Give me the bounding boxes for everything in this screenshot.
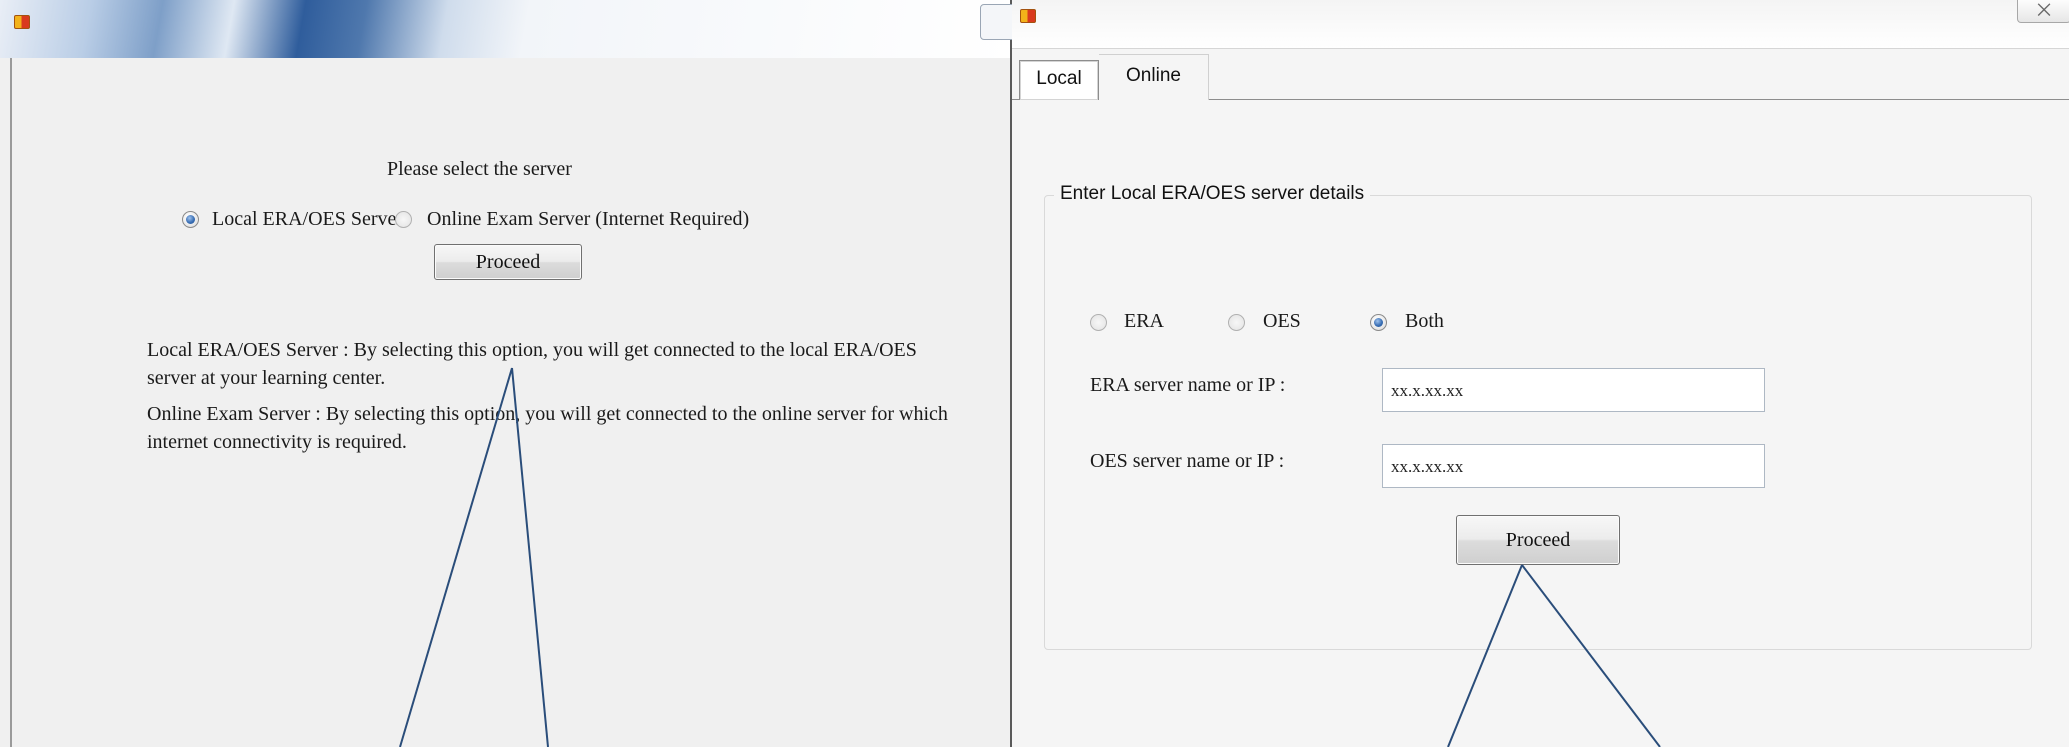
radio-unchecked-icon[interactable] [395,211,412,228]
radio-era[interactable]: ERA [1090,310,1200,336]
left-window-content: Please select the server Local ERA/OES S… [10,58,1010,747]
server-details-group [1044,195,2032,650]
app-icon [1020,9,1036,23]
close-icon: ⨉ [2037,1,2051,20]
radio-checked-icon[interactable] [182,211,199,228]
left-window-titlebar [0,0,1010,58]
radio-checked-icon[interactable] [1370,314,1387,331]
radio-unchecked-icon[interactable] [1090,314,1107,331]
era-server-input[interactable]: xx.x.xx.xx [1382,368,1765,412]
tab-online[interactable]: Online [1099,54,1209,100]
radio-oes-label: OES [1263,310,1301,332]
era-server-label: ERA server name or IP : [1090,374,1286,396]
select-server-prompt: Please select the server [387,158,572,180]
radio-online-server[interactable]: Online Exam Server (Internet Required) [395,208,895,234]
server-select-window: Please select the server Local ERA/OES S… [0,0,1022,747]
local-server-description: Local ERA/OES Server : By selecting this… [147,339,917,389]
right-window-titlebar [1012,0,2069,49]
close-button[interactable]: ⨉ [2017,0,2069,23]
server-details-group-title: Enter Local ERA/OES server details [1054,183,1371,205]
proceed-button[interactable]: Proceed [1456,515,1620,565]
online-server-description: Online Exam Server : By selecting this o… [147,403,948,453]
radio-online-server-label: Online Exam Server (Internet Required) [427,208,750,230]
tab-local[interactable]: Local [1019,60,1099,100]
radio-oes[interactable]: OES [1228,310,1338,336]
radio-both-label: Both [1405,310,1444,332]
oes-server-input[interactable]: xx.x.xx.xx [1382,444,1765,488]
oes-server-label: OES server name or IP : [1090,450,1285,472]
app-icon [14,15,30,29]
radio-era-label: ERA [1124,310,1164,332]
radio-local-server-label: Local ERA/OES Server [212,208,404,230]
radio-unchecked-icon[interactable] [1228,314,1245,331]
local-server-details-window: ⨉ Local Online Enter Local ERA/OES serve… [1012,0,2069,747]
radio-both[interactable]: Both [1370,310,1480,336]
proceed-button[interactable]: Proceed [434,244,582,280]
